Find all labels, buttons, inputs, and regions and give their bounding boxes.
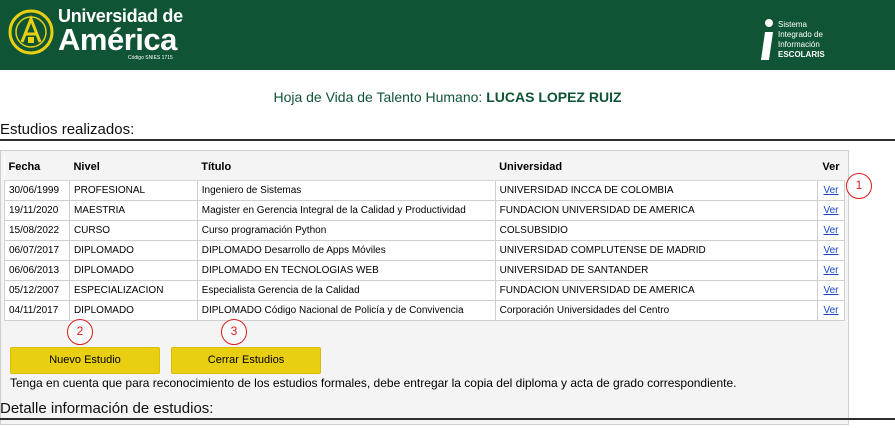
cell-view: Ver	[816, 199, 846, 221]
cell-title: DIPLOMADO EN TECNOLOGIAS WEB	[196, 259, 496, 281]
cell-view: Ver	[816, 239, 846, 261]
view-link[interactable]: Ver	[823, 305, 838, 316]
info-system-icon	[761, 19, 773, 60]
view-link[interactable]: Ver	[823, 285, 838, 296]
table-row: 15/08/2022 CURSO Curso programación Pyth…	[4, 219, 846, 241]
cell-view: Ver	[816, 299, 846, 321]
table-row: 06/07/2017 DIPLOMADO DIPLOMADO Desarroll…	[4, 239, 846, 261]
cell-view: Ver	[816, 279, 846, 301]
annotation-marker-2: 2	[67, 319, 93, 345]
system-line-2: Integrado de	[778, 30, 823, 39]
cell-date: 06/06/2013	[4, 259, 70, 281]
view-link[interactable]: Ver	[823, 265, 838, 276]
cell-view: Ver	[816, 219, 846, 241]
system-line-3: Información	[778, 40, 820, 49]
studies-divider	[0, 139, 895, 141]
cell-university: FUNDACION UNIVERSIDAD DE AMERICA	[494, 199, 818, 221]
snies-code: Código SNIES 1715	[128, 55, 173, 61]
cell-date: 19/11/2020	[4, 199, 70, 221]
cell-level: MAESTRIA	[68, 199, 198, 221]
logo-line-2: América	[58, 22, 177, 57]
annotation-marker-1: 1	[846, 173, 872, 199]
cell-university: UNIVERSIDAD INCCA DE COLOMBIA	[494, 179, 818, 201]
table-row: 06/06/2013 DIPLOMADO DIPLOMADO EN TECNOL…	[4, 259, 846, 281]
details-divider	[0, 418, 895, 420]
table-header-row: Fecha Nivel Título Universidad Ver	[4, 154, 845, 181]
cell-university: UNIVERSIDAD COMPLUTENSE DE MADRID	[494, 239, 818, 261]
page-title-prefix: Hoja de Vida de Talento Humano:	[273, 89, 487, 105]
table-row: 19/11/2020 MAESTRIA Magister en Gerencia…	[4, 199, 846, 221]
diploma-note: Tenga en cuenta que para reconocimiento …	[10, 376, 737, 390]
cell-date: 15/08/2022	[4, 219, 70, 241]
cell-level: DIPLOMADO	[68, 259, 198, 281]
cell-level: PROFESIONAL	[68, 179, 198, 201]
cell-view: Ver	[816, 259, 846, 281]
table-row: 04/11/2017 DIPLOMADO DIPLOMADO Código Na…	[4, 299, 846, 321]
cell-date: 06/07/2017	[4, 239, 70, 261]
university-name: Universidad de América	[58, 6, 183, 55]
studies-panel: Fecha Nivel Título Universidad Ver 30/06…	[0, 150, 849, 425]
column-header-university: Universidad	[495, 154, 818, 181]
cell-date: 05/12/2007	[4, 279, 70, 301]
column-header-view: Ver	[817, 154, 845, 181]
view-link[interactable]: Ver	[823, 225, 838, 236]
cell-date: 04/11/2017	[4, 299, 70, 321]
close-studies-button[interactable]: Cerrar Estudios	[171, 347, 321, 374]
cell-title: Especialista Gerencia de la Calidad	[196, 279, 496, 301]
column-header-title: Título	[197, 154, 496, 181]
view-link[interactable]: Ver	[823, 185, 838, 196]
cell-view: Ver	[816, 179, 846, 201]
system-name: ESCOLARIS	[778, 50, 825, 59]
system-line-1: Sistema	[778, 20, 807, 29]
cell-title: Curso programación Python	[196, 219, 496, 241]
view-link[interactable]: Ver	[823, 205, 838, 216]
annotation-marker-3: 3	[221, 319, 247, 345]
table-row: 05/12/2007 ESPECIALIZACION Especialista …	[4, 279, 846, 301]
table-row: 30/06/1999 PROFESIONAL Ingeniero de Sist…	[4, 179, 846, 201]
cell-university: FUNDACION UNIVERSIDAD DE AMERICA	[494, 279, 818, 301]
cell-level: DIPLOMADO	[68, 239, 198, 261]
new-study-button[interactable]: Nuevo Estudio	[10, 347, 160, 374]
column-header-date: Fecha	[4, 154, 70, 181]
details-heading: Detalle información de estudios:	[0, 400, 214, 417]
cell-date: 30/06/1999	[4, 179, 70, 201]
employee-name: LUCAS LOPEZ RUIZ	[486, 89, 622, 105]
cell-level: ESPECIALIZACION	[68, 279, 198, 301]
cell-university: Corporación Universidades del Centro	[494, 299, 818, 321]
cell-title: DIPLOMADO Desarrollo de Apps Móviles	[196, 239, 496, 261]
cell-level: DIPLOMADO	[68, 299, 198, 321]
page-title: Hoja de Vida de Talento Humano: LUCAS LO…	[0, 89, 895, 105]
cell-level: CURSO	[68, 219, 198, 241]
university-logo-icon	[8, 9, 54, 55]
cell-title: Magister en Gerencia Integral de la Cali…	[196, 199, 496, 221]
cell-title: DIPLOMADO Código Nacional de Policía y d…	[196, 299, 496, 321]
cell-university: COLSUBSIDIO	[494, 219, 818, 241]
studies-table: Fecha Nivel Título Universidad Ver 30/06…	[4, 154, 846, 321]
column-header-level: Nivel	[69, 154, 198, 181]
app-header: Universidad de América Código SNIES 1715…	[0, 0, 895, 70]
studies-heading: Estudios realizados:	[0, 121, 135, 138]
cell-title: Ingeniero de Sistemas	[196, 179, 496, 201]
view-link[interactable]: Ver	[823, 245, 838, 256]
system-label: Sistema Integrado de Información ESCOLAR…	[778, 20, 825, 60]
cell-university: UNIVERSIDAD DE SANTANDER	[494, 259, 818, 281]
